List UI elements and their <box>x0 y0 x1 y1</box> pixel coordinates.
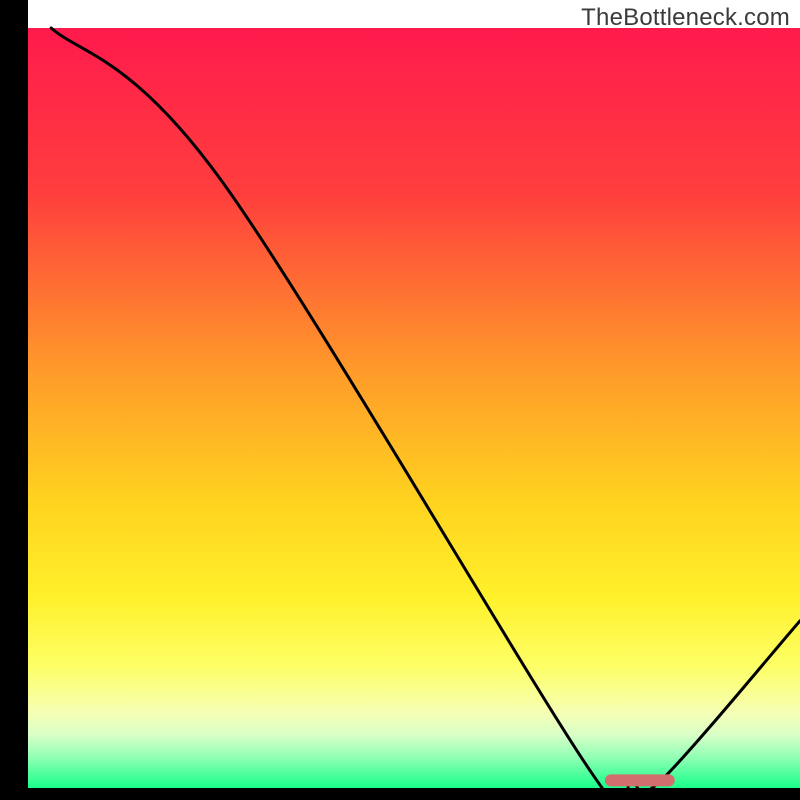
optimal-zone-marker <box>605 774 675 786</box>
y-axis <box>0 0 28 800</box>
x-axis <box>0 788 800 800</box>
plot-background <box>28 28 800 788</box>
chart-container: TheBottleneck.com <box>0 0 800 800</box>
bottleneck-chart <box>0 0 800 800</box>
